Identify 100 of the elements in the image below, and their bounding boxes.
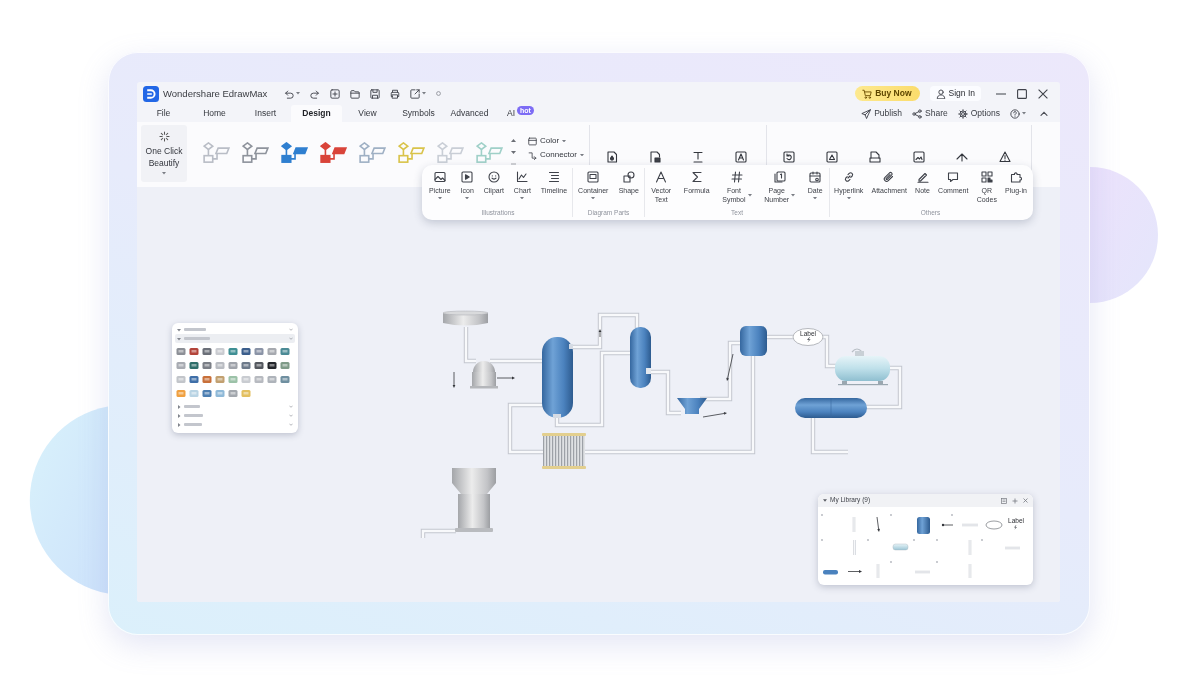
scroll-up-icon[interactable] <box>510 139 516 142</box>
flowchart-style-icon[interactable] <box>359 142 386 163</box>
document-icon[interactable] <box>1001 497 1007 504</box>
ellipse-shape[interactable] <box>985 520 1003 530</box>
arrow-up-icon[interactable] <box>955 151 968 163</box>
equipment-thumbnail-icon[interactable] <box>280 375 290 384</box>
menu-action-button[interactable]: Share <box>912 108 948 119</box>
menu-tab[interactable]: Home <box>189 105 240 122</box>
page-image-icon[interactable] <box>648 151 661 163</box>
maximize-icon[interactable] <box>1017 88 1027 99</box>
equipment-thumbnail-icon[interactable] <box>215 361 225 370</box>
minimize-icon[interactable] <box>996 92 1006 95</box>
caret-icon[interactable] <box>562 139 567 143</box>
caret-icon[interactable] <box>747 194 752 197</box>
flowchart-style-icon[interactable] <box>320 142 347 163</box>
equipment-thumbnail-icon[interactable] <box>176 389 186 398</box>
menu-tab[interactable]: Design <box>291 105 342 122</box>
equipment-thumbnail-icon[interactable] <box>176 375 186 384</box>
equipment-thumbnail-icon[interactable] <box>202 361 212 370</box>
caret-icon[interactable] <box>296 92 301 95</box>
help-icon[interactable] <box>1010 108 1020 119</box>
equipment-thumbnail-icon[interactable] <box>280 347 290 356</box>
equipment-thumbnail-icon[interactable] <box>228 347 238 356</box>
equipment-thumbnail-icon[interactable] <box>189 361 199 370</box>
equipment-thumbnail-icon[interactable] <box>202 347 212 356</box>
page-fill-icon[interactable] <box>605 151 618 163</box>
flowchart-style-icon[interactable] <box>281 142 308 163</box>
equipment-thumbnail-icon[interactable] <box>176 347 186 356</box>
equipment-thumbnail-icon[interactable] <box>254 347 264 356</box>
page-rotate-icon[interactable] <box>782 151 795 163</box>
collapse-icon[interactable] <box>1040 111 1048 116</box>
equipment-thumbnail-icon[interactable] <box>202 375 212 384</box>
equipment-thumbnail-icon[interactable] <box>267 375 277 384</box>
undo-icon[interactable] <box>284 88 295 99</box>
menu-action-button[interactable]: Publish <box>861 108 902 119</box>
menu-tab[interactable]: Insert <box>240 105 291 122</box>
equipment-thumbnail-icon[interactable] <box>215 375 225 384</box>
close-icon[interactable] <box>1038 88 1048 99</box>
equipment-thumbnail-icon[interactable] <box>228 361 238 370</box>
equipment-thumbnail-icon[interactable] <box>176 361 186 370</box>
add-icon[interactable] <box>1012 497 1018 504</box>
caret-icon[interactable] <box>846 196 851 199</box>
vessel[interactable] <box>917 517 930 534</box>
menu-tab[interactable]: View <box>342 105 393 122</box>
equipment-thumbnail-icon[interactable] <box>228 375 238 384</box>
warning-icon[interactable] <box>999 151 1012 163</box>
equipment-thumbnail-icon[interactable] <box>241 347 251 356</box>
horizontal-drum[interactable] <box>823 570 838 575</box>
image-box-icon[interactable] <box>912 151 925 163</box>
scroll-down-icon[interactable] <box>510 151 516 154</box>
caret-icon[interactable] <box>1022 112 1026 115</box>
caret-icon[interactable] <box>591 196 596 199</box>
caret-icon[interactable] <box>465 196 470 199</box>
caret-icon[interactable] <box>791 194 796 197</box>
blurred-label-bar <box>184 414 203 417</box>
equipment-thumbnail-icon[interactable] <box>215 347 225 356</box>
flowchart-style-icon[interactable] <box>242 142 269 163</box>
menu-tab[interactable]: Advanced <box>444 105 495 122</box>
equipment-thumbnail-icon[interactable] <box>202 389 212 398</box>
format-option-button[interactable]: Color <box>528 135 585 147</box>
caret-icon[interactable] <box>422 92 427 95</box>
redo-icon[interactable] <box>310 88 321 99</box>
equipment-thumbnail-icon[interactable] <box>267 361 277 370</box>
equipment-thumbnail-icon[interactable] <box>280 361 290 370</box>
folder-icon[interactable] <box>350 88 361 99</box>
new-page-icon[interactable] <box>330 88 341 99</box>
caret-icon[interactable] <box>579 153 584 157</box>
equipment-thumbnail-icon[interactable] <box>189 347 199 356</box>
caret-icon[interactable] <box>437 196 442 199</box>
menu-tab[interactable]: File <box>138 105 189 122</box>
text-format-icon[interactable] <box>691 151 704 163</box>
equipment-thumbnail-icon[interactable] <box>228 389 238 398</box>
print-icon[interactable] <box>390 88 401 99</box>
equipment-thumbnail-icon[interactable] <box>241 361 251 370</box>
more-icon[interactable] <box>436 91 442 96</box>
timeline-icon <box>547 171 560 183</box>
save-icon[interactable] <box>370 88 381 99</box>
connector-line[interactable] <box>941 523 954 527</box>
export-icon[interactable] <box>410 88 421 99</box>
equipment-thumbnail-icon[interactable] <box>241 389 251 398</box>
equipment-thumbnail-icon[interactable] <box>254 361 264 370</box>
caret-icon[interactable] <box>520 196 525 199</box>
format-option-button[interactable]: Connector <box>528 149 585 161</box>
equipment-thumbnail-icon[interactable] <box>241 375 251 384</box>
page-layout-icon[interactable] <box>869 151 882 163</box>
equipment-thumbnail-icon[interactable] <box>254 375 264 384</box>
sign-in-button[interactable]: Sign In <box>929 86 981 101</box>
caret-icon[interactable] <box>162 172 166 175</box>
menu-tab[interactable]: Symbols <box>393 105 444 122</box>
menu-action-button[interactable]: Options <box>957 108 1000 119</box>
box-triangle-icon[interactable] <box>825 151 838 163</box>
equipment-thumbnail-icon[interactable] <box>189 375 199 384</box>
beautify-button[interactable]: One Click Beautify <box>141 125 187 182</box>
letter-box-icon[interactable] <box>734 151 747 163</box>
caret-icon[interactable] <box>823 499 827 502</box>
buy-now-button[interactable]: Buy Now <box>855 86 920 101</box>
caret-icon[interactable] <box>813 196 818 199</box>
equipment-thumbnail-icon[interactable] <box>267 347 277 356</box>
equipment-thumbnail-icon[interactable] <box>189 389 199 398</box>
equipment-thumbnail-icon[interactable] <box>215 389 225 398</box>
